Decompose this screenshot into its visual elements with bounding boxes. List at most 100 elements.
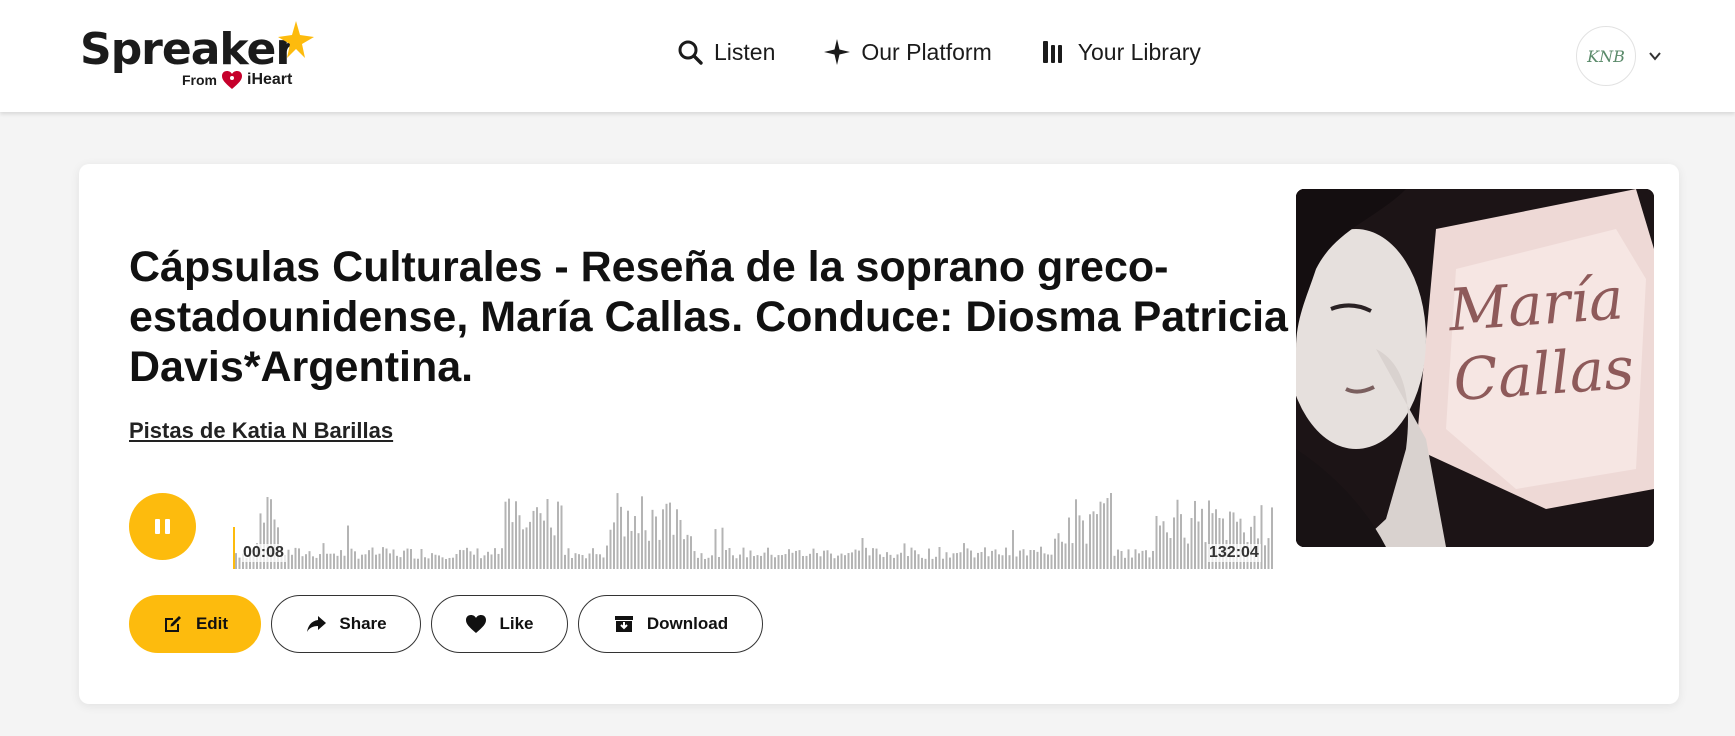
waveform-bar — [529, 521, 531, 569]
waveform-bar — [1169, 538, 1172, 569]
waveform-bar — [574, 553, 577, 569]
waveform-bar — [700, 553, 703, 569]
waveform-bar — [1166, 532, 1168, 569]
waveform-bar — [879, 554, 881, 569]
nav-listen-label: Listen — [714, 38, 776, 65]
waveform-bar — [774, 557, 776, 569]
download-button-label: Download — [646, 614, 729, 633]
waveform-bar — [1075, 499, 1077, 569]
waveform-bar — [938, 547, 941, 569]
waveform-bar — [235, 553, 237, 569]
download-button[interactable]: Download — [578, 595, 763, 653]
waveform-scrubber[interactable] — [233, 489, 1273, 569]
waveform-bar — [1113, 555, 1116, 569]
share-button-label: Share — [339, 614, 387, 633]
waveform-bar — [760, 555, 762, 569]
waveform-bar — [1141, 550, 1144, 569]
waveform-bar — [1022, 549, 1025, 569]
waveform-bar — [476, 548, 479, 569]
waveform-bar — [1029, 549, 1032, 569]
waveform-bar — [1061, 541, 1063, 569]
waveform-bar — [693, 551, 696, 569]
waveform-bar — [753, 556, 755, 569]
waveform-bar — [1033, 550, 1035, 569]
waveform-bar — [1187, 543, 1189, 569]
waveform-bar — [616, 493, 619, 569]
waveform-bar — [1152, 550, 1154, 569]
waveform-bar — [553, 535, 556, 569]
nav-our-platform-label: Our Platform — [861, 38, 992, 65]
waveform-bar — [501, 548, 503, 569]
waveform-bar — [907, 556, 909, 569]
waveform-bar — [1148, 557, 1151, 569]
waveform-bar — [1040, 546, 1042, 569]
waveform-bar — [494, 548, 496, 569]
waveform-bar — [1099, 501, 1102, 569]
waveform-bar — [676, 509, 678, 569]
waveform-bar — [1047, 554, 1049, 569]
waveform-bar — [854, 549, 857, 569]
waveform-bar — [389, 553, 391, 569]
waveform-bar — [1180, 514, 1182, 569]
pause-button[interactable] — [129, 493, 196, 560]
waveform-bar — [595, 554, 598, 569]
waveform-bar — [910, 547, 913, 569]
waveform-bar — [833, 558, 836, 569]
waveform-bar — [301, 556, 304, 569]
waveform-bar — [539, 513, 542, 569]
waveform-bar — [1183, 537, 1186, 569]
current-time: 00:08 — [241, 544, 286, 562]
waveform-bar — [679, 519, 682, 569]
waveform-bar — [749, 550, 752, 569]
waveform-bar — [973, 557, 976, 569]
avatar-initials: KNB — [1587, 46, 1625, 66]
waveform-bar — [599, 554, 601, 569]
like-button[interactable]: Like — [431, 595, 568, 653]
waveform-bar — [560, 505, 563, 569]
waveform-bar — [546, 499, 549, 569]
nav-listen[interactable]: Listen — [676, 38, 775, 66]
waveform-bar — [417, 558, 419, 569]
waveform-bar — [462, 550, 465, 569]
chevron-down-icon[interactable] — [1648, 49, 1662, 63]
waveform-bar — [690, 536, 692, 569]
waveform-bar — [504, 501, 507, 569]
share-button[interactable]: Share — [271, 595, 421, 653]
episode-author-link[interactable]: Pistas de Katia N Barillas — [129, 418, 393, 444]
waveform-bar — [466, 547, 468, 569]
waveform-bar — [840, 553, 843, 569]
spreaker-logo[interactable]: Spreaker From iHeart — [80, 20, 320, 94]
waveform-bar — [1155, 515, 1158, 569]
waveform-bar — [844, 555, 846, 569]
waveform-bar — [725, 549, 727, 569]
waveform-bar — [847, 553, 850, 569]
cover-line-1: María — [1446, 264, 1626, 345]
waveform-bar — [875, 548, 878, 569]
waveform-bar — [525, 527, 528, 569]
waveform-bar — [697, 557, 699, 569]
waveform-bar — [1134, 549, 1137, 569]
user-menu[interactable]: KNB — [1576, 26, 1662, 86]
waveform-bar — [469, 551, 472, 569]
avatar[interactable]: KNB — [1576, 26, 1636, 86]
waveform-bar — [1110, 493, 1112, 569]
waveform-bar — [441, 557, 444, 569]
waveform-bar — [413, 558, 416, 569]
waveform-bar — [963, 543, 965, 569]
waveform-bar — [1096, 514, 1098, 569]
waveform-bar — [861, 538, 864, 569]
nav-our-platform[interactable]: Our Platform — [823, 38, 992, 66]
waveform-bar — [928, 548, 930, 569]
waveform-bar — [424, 557, 426, 569]
waveform-bar — [606, 545, 608, 569]
nav-your-library[interactable]: Your Library — [1040, 38, 1201, 66]
waveform-bar — [949, 557, 951, 569]
waveform-bar — [868, 555, 871, 569]
waveform-bar — [858, 550, 860, 569]
waveform-bar — [434, 554, 437, 569]
edit-button[interactable]: Edit — [129, 595, 261, 653]
waveform-bar — [1050, 554, 1053, 569]
waveform-bar — [931, 558, 934, 569]
waveform-bar — [291, 554, 293, 569]
waveform-bar — [896, 554, 899, 569]
